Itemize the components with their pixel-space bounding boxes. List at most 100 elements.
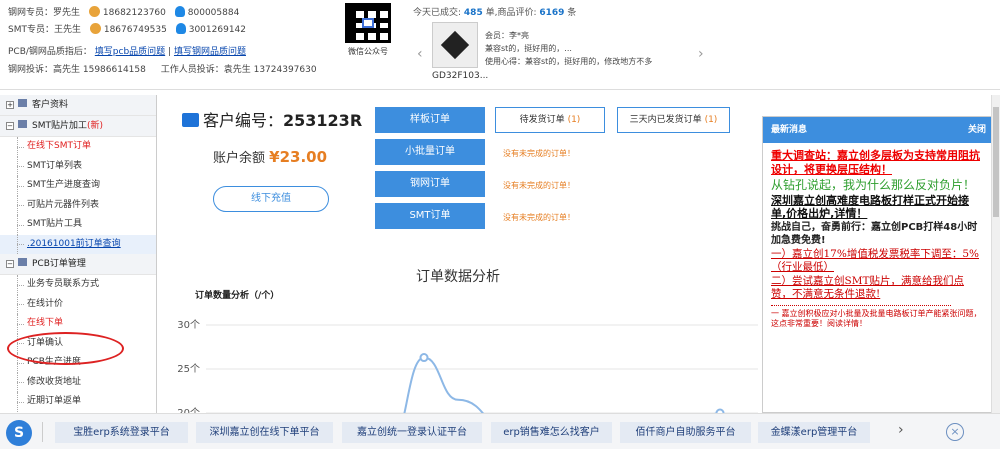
sidebar-item-reorder[interactable]: 近期订单返单 [0, 392, 156, 412]
carousel-next-icon[interactable]: › [698, 47, 708, 61]
news-item[interactable]: 从钻孔说起，我为什么那么反对负片！ [771, 178, 984, 193]
balance-label: 账户余额 [213, 151, 266, 166]
carousel-prev-icon[interactable]: ‹ [417, 47, 427, 61]
button-label: 三天内已发货订单 [629, 115, 702, 125]
baidu-logo-icon[interactable]: S [6, 420, 32, 446]
data-point [419, 353, 429, 363]
sidebar-item-components[interactable]: 可贴片元器件列表 [0, 195, 156, 216]
chevron-right-icon[interactable]: › [898, 422, 904, 438]
page-scrollbar[interactable] [991, 95, 1000, 413]
item-label: .20161001前订单查询 [27, 238, 121, 249]
stencil-order-button[interactable]: 钢网订单 [375, 171, 485, 197]
contact-role: 钢网专员：罗先生 [8, 8, 81, 18]
product-thumbnail[interactable] [432, 22, 478, 68]
collapse-icon[interactable]: − [6, 260, 14, 268]
sidebar-item-address[interactable]: 修改收货地址 [0, 372, 156, 393]
review-compat: 兼容st的，挺好用的，... [485, 44, 572, 53]
button-label: 待发货订单 [519, 115, 565, 125]
group-label: PCB订单管理 [32, 259, 86, 269]
item-label: SMT订单列表 [27, 160, 82, 171]
ad-link[interactable]: 金蝶漾erp管理平台 [758, 422, 870, 443]
news-body: 重大调查站：嘉立创多层板为支持常用阻抗设计，将更换层压结构！ 从钻孔说起，我为什… [763, 143, 992, 329]
qr-label: 微信公众号 [348, 47, 388, 56]
pending-shipment-button[interactable]: 待发货订单 (1) [495, 107, 605, 133]
contact-qq[interactable]: 3001269142 [189, 25, 246, 35]
small-batch-order-button[interactable]: 小批量订单 [375, 139, 485, 165]
sidebar: + 客户资料 − SMT贴片加工(新) 在线下SMT订单 SMT订单列表 SMT生产… [0, 95, 157, 413]
stencil-quality-link[interactable]: 填写钢网品质问题 [174, 47, 246, 57]
sidebar-item-sales-contact[interactable]: 业务专员联系方式 [0, 275, 156, 295]
sidebar-item-place-order[interactable]: 在线下单 [0, 314, 156, 334]
ad-link[interactable]: 深圳嘉立创在线下单平台 [196, 422, 333, 443]
sidebar-item-smt-order[interactable]: 在线下SMT订单 [0, 137, 156, 157]
contact-qq[interactable]: 800005884 [188, 8, 240, 18]
sidebar-item-smt-list[interactable]: SMT订单列表 [0, 156, 156, 177]
stats-prefix: 今天已成交: [413, 8, 462, 18]
news-title: 最新消息 [771, 125, 808, 135]
sample-order-button[interactable]: 样板订单 [375, 107, 485, 133]
contact-phone: 18676749535 [103, 25, 167, 35]
news-header: 最新消息 关闭 [763, 117, 992, 143]
sidebar-group-pcb[interactable]: − PCB订单管理 [0, 254, 156, 275]
staff-complaint-text: 工作人员投诉：袁先生 13724397630 [160, 65, 317, 75]
qq-icon[interactable] [175, 23, 186, 34]
ad-link[interactable]: 佰仟商户自助服务平台 [620, 422, 751, 443]
sidebar-group-customer[interactable]: + 客户资料 [0, 95, 156, 116]
item-label: SMT生产进度查询 [27, 180, 100, 190]
site-header: 钢网专员：罗先生 18682123760 800005884 SMT专员：王先生… [0, 0, 1000, 90]
series-line [403, 356, 720, 413]
count-badge: (1) [567, 115, 581, 125]
customer-label: 客户编号： [203, 111, 284, 130]
review-usage: 使用心得：兼容st的，挺好用的，修改地方不多 [485, 57, 653, 66]
shipped-3days-button[interactable]: 三天内已发货订单 (1) [617, 107, 730, 133]
item-label: SMT贴片工具 [27, 219, 82, 229]
collapse-icon[interactable]: − [6, 122, 14, 130]
annotation-circle [7, 332, 124, 365]
product-name[interactable]: GD32F103... [432, 71, 488, 81]
ad-link[interactable]: 嘉立创统一登录认证平台 [342, 422, 482, 443]
customer-id-row: 客户编号：253123R [182, 107, 362, 131]
expand-icon[interactable]: + [6, 101, 14, 109]
complaint-row: 钢网投诉：高先生 15986614158 工作人员投诉：袁先生 13724397… [8, 62, 317, 75]
folder-icon [18, 99, 27, 107]
y-tick-label: 30个 [177, 319, 200, 331]
close-icon[interactable]: × [946, 423, 964, 441]
new-badge: (新) [86, 121, 104, 131]
group-label: SMT贴片加工 [32, 121, 87, 131]
news-item[interactable]: 一 嘉立创积极应对小批量及批量电路板订单产能紧张问题，这点非常重要！阅读详情！ [771, 309, 984, 329]
pcb-quality-link[interactable]: 填写pcb品质问题 [95, 47, 165, 57]
qq-icon[interactable] [174, 6, 185, 17]
item-label: 在线计价 [27, 298, 64, 309]
ad-link[interactable]: 宝胜erp系统登录平台 [55, 422, 188, 443]
bottom-ad-bar: S 宝胜erp系统登录平台 深圳嘉立创在线下单平台 嘉立创统一登录认证平台 er… [0, 413, 1000, 449]
no-orders-note: 没有未完成的订单！ [503, 149, 575, 158]
sidebar-item-smt-tools[interactable]: SMT贴片工具 [0, 215, 156, 235]
recharge-button[interactable]: 线下充值 [213, 186, 329, 212]
sidebar-item-pricing[interactable]: 在线计价 [0, 294, 156, 315]
sidebar-item-smt-progress[interactable]: SMT生产进度查询 [0, 176, 156, 196]
folder-icon [18, 258, 27, 266]
complaint-text: 钢网投诉：高先生 15986614158 [8, 65, 146, 75]
smt-order-button[interactable]: SMT订单 [375, 203, 485, 229]
group-label: 客户资料 [32, 100, 69, 110]
wechat-qr-code [345, 3, 391, 43]
news-panel: 最新消息 关闭 重大调查站：嘉立创多层板为支持常用阻抗设计，将更换层压结构！ 从… [762, 116, 993, 413]
balance-value: ¥23.00 [269, 148, 328, 166]
news-item[interactable]: 深圳嘉立创高难度电路板打样正式开始接单,价格出炉,详情！ [771, 194, 984, 222]
folder-icon [18, 120, 27, 128]
news-item[interactable]: 重大调查站：嘉立创多层板为支持常用阻抗设计，将更换层压结构！ [771, 149, 984, 177]
news-item[interactable]: 挑战自己，奋勇前行：嘉立创PCB打样48小时加急费免费! [771, 222, 984, 247]
news-item[interactable]: 二）尝试嘉立创SMT贴片，满意给我们点赞，不满意无条件退款! [771, 275, 984, 301]
phone-icon [88, 6, 100, 17]
news-item[interactable]: 一）嘉立创17%增值税发票税率下调至：5%（行业最低） [771, 248, 984, 274]
phone-icon [89, 23, 101, 34]
item-label: 在线下SMT订单 [27, 141, 91, 151]
ad-link[interactable]: erp销售难怎么找客户 [491, 422, 612, 443]
sidebar-item-old-orders[interactable]: .20161001前订单查询 [0, 234, 156, 254]
news-close-button[interactable]: 关闭 [968, 117, 986, 143]
quality-feedback-row: PCB/钢网品质指后： 填写pcb品质问题 | 填写钢网品质问题 [8, 44, 246, 57]
sidebar-group-smt[interactable]: − SMT贴片加工(新) [0, 116, 156, 137]
scrollbar-thumb[interactable] [993, 107, 999, 217]
customer-id: 253123R [283, 111, 363, 130]
stats-mid: 单,商品评价: [485, 8, 537, 18]
